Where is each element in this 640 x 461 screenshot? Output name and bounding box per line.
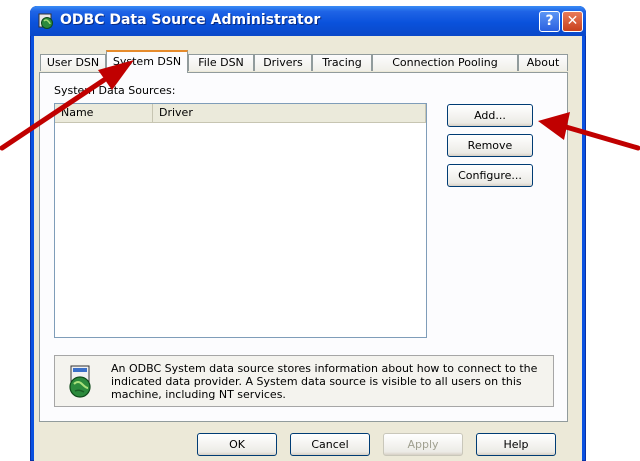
close-title-button[interactable]: ✕ [562, 11, 583, 32]
odbc-database-icon [69, 365, 91, 398]
cancel-button[interactable]: Cancel [290, 433, 370, 456]
tab-user-dsn[interactable]: User DSN [40, 54, 106, 71]
tab-tracing[interactable]: Tracing [312, 54, 372, 71]
remove-button[interactable]: Remove [447, 134, 533, 157]
tab-connection-pooling[interactable]: Connection Pooling [372, 54, 518, 71]
configure-button[interactable]: Configure... [447, 164, 533, 187]
column-driver-header[interactable]: Driver [153, 104, 426, 122]
help-button[interactable]: Help [476, 433, 556, 456]
tab-file-dsn[interactable]: File DSN [188, 54, 254, 71]
system-dsn-panel: System Data Sources: Name Driver Add... … [39, 72, 568, 422]
title-bar[interactable]: ODBC Data Source Administrator ? ✕ [30, 6, 586, 36]
info-box: An ODBC System data source stores inform… [54, 355, 554, 407]
help-title-button[interactable]: ? [539, 11, 560, 32]
window-title: ODBC Data Source Administrator [60, 12, 321, 28]
client-area: User DSN System DSN File DSN Drivers Tra… [34, 36, 582, 461]
info-description: An ODBC System data source stores inform… [111, 362, 538, 401]
tab-about[interactable]: About [518, 54, 568, 71]
data-sources-list[interactable]: Name Driver [54, 103, 427, 338]
tab-strip: User DSN System DSN File DSN Drivers Tra… [34, 50, 582, 73]
odbc-globe-icon [38, 13, 53, 29]
tab-system-dsn[interactable]: System DSN [106, 50, 188, 73]
apply-button: Apply [383, 433, 463, 456]
system-data-sources-label: System Data Sources: [54, 84, 176, 97]
tab-drivers[interactable]: Drivers [254, 54, 312, 71]
ok-button[interactable]: OK [197, 433, 277, 456]
odbc-window: ODBC Data Source Administrator ? ✕ User … [30, 6, 586, 461]
list-header: Name Driver [55, 104, 426, 123]
add-button[interactable]: Add... [447, 104, 533, 127]
column-name-header[interactable]: Name [55, 104, 153, 122]
